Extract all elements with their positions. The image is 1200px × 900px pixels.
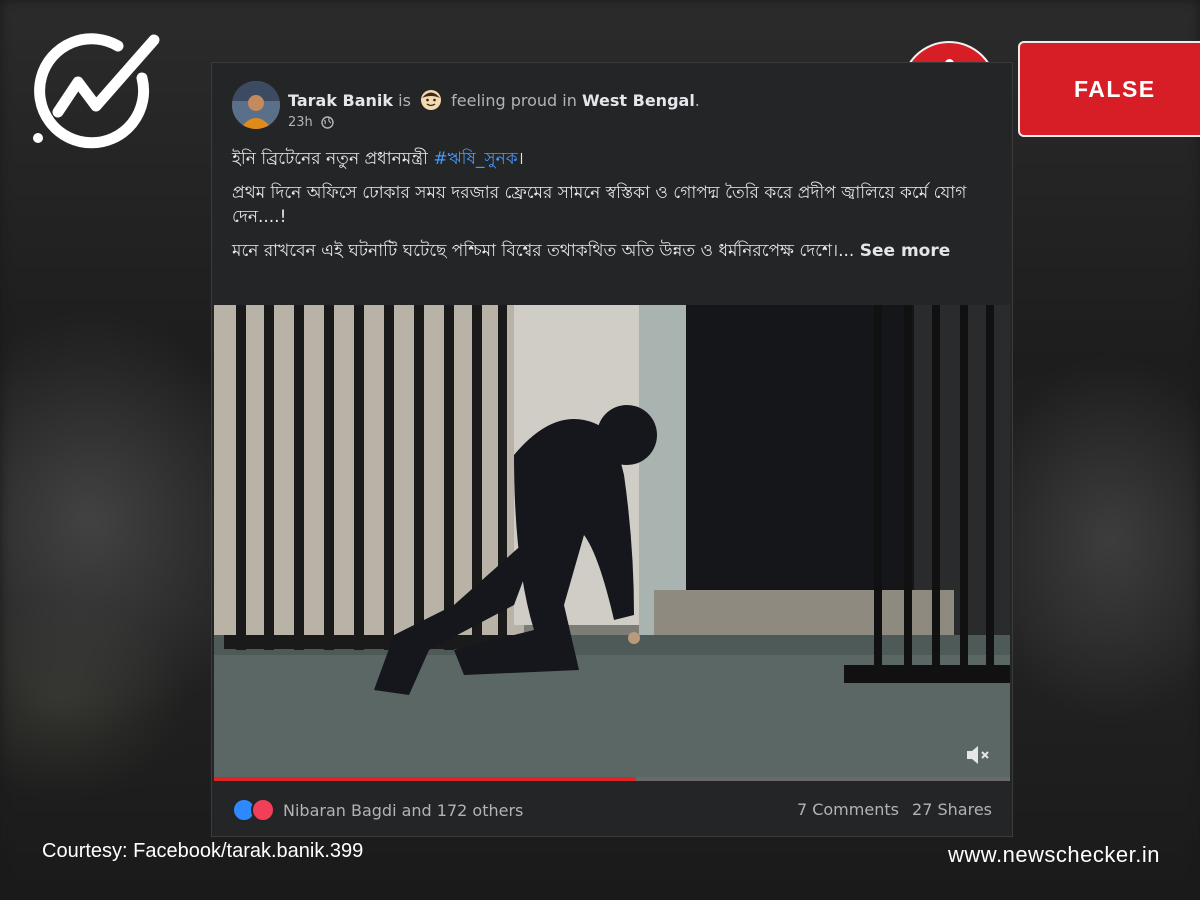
facebook-post-card: Tarak Banik is feeling proud in West Ben… [212,63,1012,836]
post-time[interactable]: 23h [288,115,313,130]
location-suffix: . [694,91,700,110]
comments-count[interactable]: 7 Comments [797,800,899,819]
post-stats: 7 Comments 27 Shares [797,800,992,819]
newschecker-logo-icon [30,32,162,150]
speaker-muted-icon[interactable] [964,743,992,767]
avatar[interactable] [232,81,280,129]
shares-count[interactable]: 27 Shares [912,800,992,819]
post-text: মনে রাখবেন এই ঘটনাটি ঘটেছে পশ্চিমা বিশ্ব… [232,241,855,261]
post-text-end: । [517,149,524,169]
post-meta: 23h [288,115,334,133]
video-frame [214,305,1010,781]
post-text-line-1: ইনি ব্রিটেনের নতুন প্রধানমন্ত্রী #ঋষি_সু… [232,147,976,171]
feeling-text: feeling proud in [451,91,577,110]
reactions-summary[interactable]: Nibaran Bagdi and 172 others [232,798,523,822]
post-text-line-3: মনে রাখবেন এই ঘটনাটি ঘটেছে পশ্চিমা বিশ্ব… [232,239,976,263]
love-reaction-icon [251,798,275,822]
location-link[interactable]: West Bengal [582,91,695,110]
website-url: www.newschecker.in [948,842,1160,867]
false-verdict-badge: FALSE [1018,41,1200,137]
post-text: ইনি ব্রিটেনের নতুন প্রধানমন্ত্রী [232,149,434,169]
author-name[interactable]: Tarak Banik [288,91,393,110]
see-more-link[interactable]: See more [860,241,951,261]
post-text-line-2: প্রথম দিনে অফিসে ঢোকার সময় দরজার ফ্রেমে… [232,183,967,227]
video-progress-fill [214,777,636,781]
hashtag-link[interactable]: #ঋষি_সুনক [433,149,517,169]
courtesy-caption: Courtesy: Facebook/tarak.banik.399 [42,840,364,862]
proud-face-emoji-icon [420,89,442,111]
post-video[interactable] [214,305,1010,781]
globe-icon [321,116,334,133]
is-word: is [398,91,411,110]
reactors-text[interactable]: Nibaran Bagdi and 172 others [283,801,523,820]
post-header: Tarak Banik is feeling proud in West Ben… [288,89,700,111]
